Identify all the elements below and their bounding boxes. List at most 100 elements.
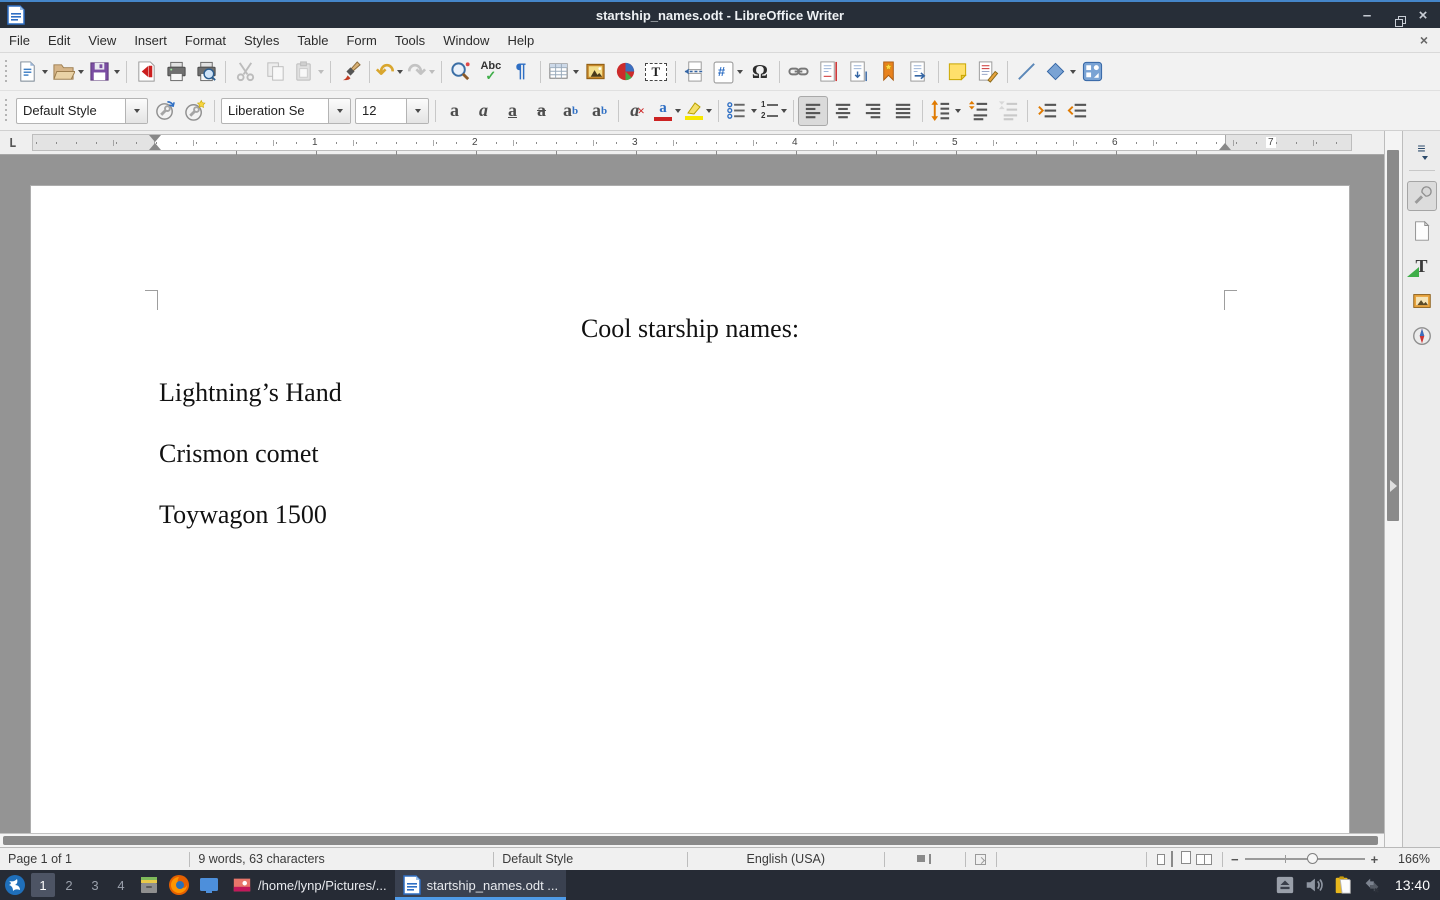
left-indent-marker[interactable] <box>149 143 161 150</box>
insert-footnote-button[interactable] <box>814 57 844 87</box>
insert-comment-button[interactable] <box>943 57 973 87</box>
sidebar-tab-page[interactable] <box>1407 216 1437 246</box>
justify-button[interactable] <box>888 96 918 126</box>
first-line-indent-marker[interactable] <box>149 135 161 142</box>
menu-tools[interactable]: Tools <box>386 30 434 51</box>
clone-formatting-button[interactable] <box>335 57 365 87</box>
volume-icon[interactable] <box>1304 875 1324 895</box>
tab-stop-selector[interactable]: L <box>9 136 16 150</box>
update-style-button[interactable] <box>150 96 180 126</box>
font-size-value[interactable]: 12 <box>356 99 406 123</box>
insert-field-button[interactable]: # <box>710 57 745 87</box>
file-manager-launcher[interactable] <box>135 872 163 898</box>
selection-mode-indicator[interactable] <box>966 854 996 865</box>
document-heading[interactable]: Cool starship names: <box>31 314 1349 344</box>
book-view-button[interactable] <box>1196 854 1212 865</box>
insert-bookmark-button[interactable] <box>874 57 904 87</box>
vertical-scrollbar[interactable] <box>1384 131 1402 847</box>
bold-button[interactable]: a <box>440 96 469 126</box>
zoom-slider-track[interactable] <box>1245 858 1365 860</box>
increase-paragraph-spacing-button[interactable] <box>963 96 993 126</box>
insert-table-dropdown[interactable] <box>573 70 579 74</box>
sidebar-tab-properties[interactable] <box>1407 181 1437 211</box>
subscript-button[interactable]: ab <box>585 96 614 126</box>
insert-field-dropdown[interactable] <box>737 70 743 74</box>
spelling-button[interactable]: Abc✓ <box>476 57 506 87</box>
new-document-button[interactable] <box>14 57 50 87</box>
open-dropdown[interactable] <box>78 70 84 74</box>
font-name-dropdown[interactable] <box>328 99 350 123</box>
horizontal-ruler[interactable]: L 1 2 3 4 5 6 7 <box>0 131 1384 155</box>
open-button[interactable] <box>50 57 86 87</box>
zoom-out-button[interactable]: − <box>1231 852 1239 867</box>
show-draw-functions-button[interactable] <box>1078 57 1108 87</box>
menu-styles[interactable]: Styles <box>235 30 288 51</box>
undo-dropdown[interactable] <box>397 70 403 74</box>
paragraph-style-dropdown[interactable] <box>125 99 147 123</box>
vertical-scrollbar-thumb[interactable] <box>1387 150 1399 521</box>
insert-cross-reference-button[interactable] <box>904 57 934 87</box>
workspace-4[interactable]: 4 <box>109 873 133 897</box>
menu-form[interactable]: Form <box>337 30 385 51</box>
page[interactable]: Cool starship names: Lightning’s Hand Cr… <box>30 185 1350 833</box>
highlight-dropdown[interactable] <box>706 109 712 113</box>
undo-button[interactable]: ↶ <box>374 57 405 87</box>
menu-format[interactable]: Format <box>176 30 235 51</box>
clipboard-icon[interactable] <box>1333 875 1353 895</box>
track-changes-button[interactable] <box>973 57 1003 87</box>
basic-shapes-dropdown[interactable] <box>1070 70 1076 74</box>
export-pdf-button[interactable] <box>131 57 161 87</box>
save-button[interactable] <box>86 57 122 87</box>
zoom-slider-knob[interactable] <box>1307 853 1318 864</box>
toolbar-grip[interactable] <box>3 99 10 123</box>
document-line[interactable]: Lightning’s Hand <box>159 378 342 408</box>
paragraph-style-combo[interactable]: Default Style <box>16 98 148 124</box>
decrease-indent-button[interactable] <box>1062 96 1092 126</box>
menu-insert[interactable]: Insert <box>125 30 176 51</box>
align-right-button[interactable] <box>858 96 888 126</box>
special-character-button[interactable]: Ω <box>745 57 775 87</box>
horizontal-scrollbar-thumb[interactable] <box>3 836 1378 845</box>
insert-mode-indicator[interactable] <box>885 854 965 864</box>
new-document-dropdown[interactable] <box>42 70 48 74</box>
highlight-color-button[interactable] <box>683 96 714 126</box>
terminal-launcher[interactable] <box>195 872 223 898</box>
menu-table[interactable]: Table <box>288 30 337 51</box>
save-dropdown[interactable] <box>114 70 120 74</box>
eject-icon[interactable] <box>1275 875 1295 895</box>
underline-button[interactable]: a <box>498 96 527 126</box>
close-button[interactable]: × <box>1414 5 1432 27</box>
document-line[interactable]: Crismon comet <box>159 439 319 469</box>
superscript-button[interactable]: ab <box>556 96 585 126</box>
line-spacing-button[interactable] <box>927 96 963 126</box>
insert-chart-button[interactable] <box>611 57 641 87</box>
word-count[interactable]: 9 words, 63 characters <box>190 852 493 866</box>
new-style-button[interactable] <box>180 96 210 126</box>
menu-window[interactable]: Window <box>434 30 498 51</box>
menu-help[interactable]: Help <box>498 30 543 51</box>
font-name-value[interactable]: Liberation Se <box>222 99 328 123</box>
menu-file[interactable]: File <box>0 30 39 51</box>
increase-indent-button[interactable] <box>1032 96 1062 126</box>
insert-image-button[interactable] <box>581 57 611 87</box>
paragraph-style-value[interactable]: Default Style <box>17 99 125 123</box>
document-area[interactable]: Cool starship names: Lightning’s Hand Cr… <box>0 155 1384 833</box>
workspace-3[interactable]: 3 <box>83 873 107 897</box>
zoom-level[interactable]: 166% <box>1386 852 1440 866</box>
numbered-list-dropdown[interactable] <box>781 109 787 113</box>
sidebar-settings-button[interactable]: ≡ <box>1416 141 1428 160</box>
clock[interactable]: 13:40 <box>1391 877 1430 893</box>
italic-button[interactable]: a <box>469 96 498 126</box>
print-button[interactable] <box>161 57 191 87</box>
font-color-button[interactable]: a <box>652 96 683 126</box>
ruler-band[interactable]: 1 2 3 4 5 6 7 <box>32 134 1352 151</box>
insert-endnote-button[interactable] <box>844 57 874 87</box>
sidebar-tab-styles[interactable]: T <box>1407 251 1437 281</box>
bullet-list-button[interactable] <box>723 96 759 126</box>
toolbar-grip[interactable] <box>3 60 10 84</box>
font-color-dropdown[interactable] <box>675 109 681 113</box>
close-document-icon[interactable]: × <box>1420 32 1428 48</box>
clear-formatting-button[interactable]: a× <box>623 96 652 126</box>
workspace-2[interactable]: 2 <box>57 873 81 897</box>
sidebar-toggle-arrow-icon[interactable] <box>1390 480 1397 492</box>
